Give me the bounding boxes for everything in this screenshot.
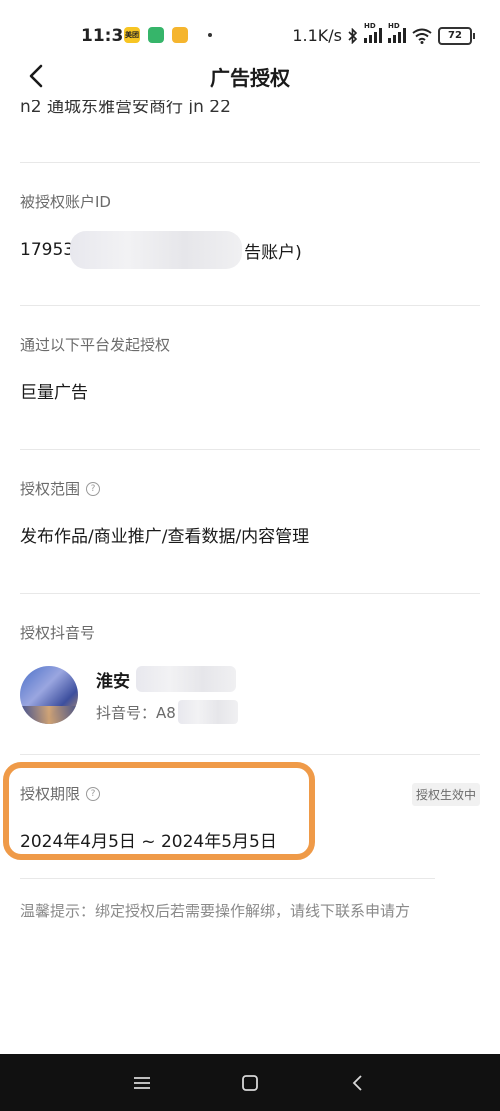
douyin-label: 授权抖音号 [20, 622, 95, 643]
nav-bar: 广告授权 [0, 52, 500, 100]
douyin-profile[interactable]: 淮安 抖音号：A8 [20, 666, 238, 724]
douyin-section: 授权抖音号 淮安 抖音号：A8 [20, 594, 480, 754]
platform-section: 通过以下平台发起授权 巨量广告 [20, 306, 480, 449]
scope-section: 授权范围 ? 发布作品/商业推广/查看数据/内容管理 [20, 450, 480, 593]
help-icon[interactable]: ? [86, 481, 101, 496]
signal-1-icon: HD [364, 22, 382, 43]
account-id-suffix: 告账户) [244, 242, 302, 263]
redacted-blur [136, 666, 236, 692]
divider [20, 878, 435, 879]
account-id-value: 17953 告账户) [20, 231, 302, 269]
authorization-details: n2 通城东雅营安商行 jn 22 被授权账户ID 17953 告账户) 通过以… [20, 100, 480, 875]
highlight-annotation [3, 762, 315, 860]
douyin-name: 淮安 [96, 666, 238, 692]
more-notifications-dot-icon [208, 33, 212, 37]
redacted-blur [177, 700, 238, 724]
system-nav-bar [0, 1054, 500, 1111]
back-nav-button[interactable] [336, 1054, 380, 1111]
signal-2-label: HD [388, 22, 400, 30]
home-button[interactable] [228, 1054, 272, 1111]
status-right: 1.1K/s HD HD 72 [292, 22, 475, 45]
menu-icon [134, 1076, 150, 1089]
yellow-app-icon [172, 27, 188, 43]
account-section: 被授权账户ID 17953 告账户) [20, 163, 480, 305]
battery-icon: 72 [438, 26, 475, 45]
status-badge: 授权生效中 [411, 783, 480, 806]
scope-value: 发布作品/商业推广/查看数据/内容管理 [20, 527, 310, 547]
green-app-icon [148, 27, 164, 43]
wifi-icon [412, 28, 432, 44]
douyin-name-text: 淮安 [96, 671, 130, 692]
douyin-id-text: 抖音号：A8 [96, 703, 176, 722]
page-title: 广告授权 [210, 66, 290, 90]
platform-label: 通过以下平台发起授权 [20, 334, 170, 355]
avatar [20, 666, 78, 724]
redacted-blur [70, 231, 243, 269]
douyin-id: 抖音号：A8 [96, 700, 238, 724]
account-id-prefix: 17953 [20, 240, 75, 260]
account-label: 被授权账户ID [20, 191, 111, 212]
platform-value: 巨量广告 [20, 383, 88, 403]
douyin-label-text: 授权抖音号 [20, 624, 96, 642]
signal-1-label: HD [364, 22, 376, 30]
menu-button[interactable] [120, 1054, 164, 1111]
bluetooth-icon [348, 27, 358, 44]
home-square-icon [242, 1074, 258, 1091]
platform-label-text: 通过以下平台发起授权 [20, 336, 171, 354]
partial-text-row: n2 通城东雅营安商行 jn 22 [20, 100, 480, 114]
back-triangle-icon [352, 1074, 362, 1091]
net-speed: 1.1K/s [292, 26, 342, 45]
tip-text: 温馨提示：绑定授权后若需要操作解绑，请线下联系申请方 [20, 902, 411, 920]
scope-label: 授权范围 ? [20, 478, 101, 499]
partial-text: n2 通城东雅营安商行 jn 22 [20, 100, 231, 114]
signal-2-icon: HD [388, 22, 406, 43]
meituan-app-icon: 美团 [124, 27, 140, 43]
scope-label-text: 授权范围 [20, 480, 81, 498]
account-label-text: 被授权账户ID [20, 193, 111, 211]
notification-icons: 美团 [124, 27, 212, 43]
